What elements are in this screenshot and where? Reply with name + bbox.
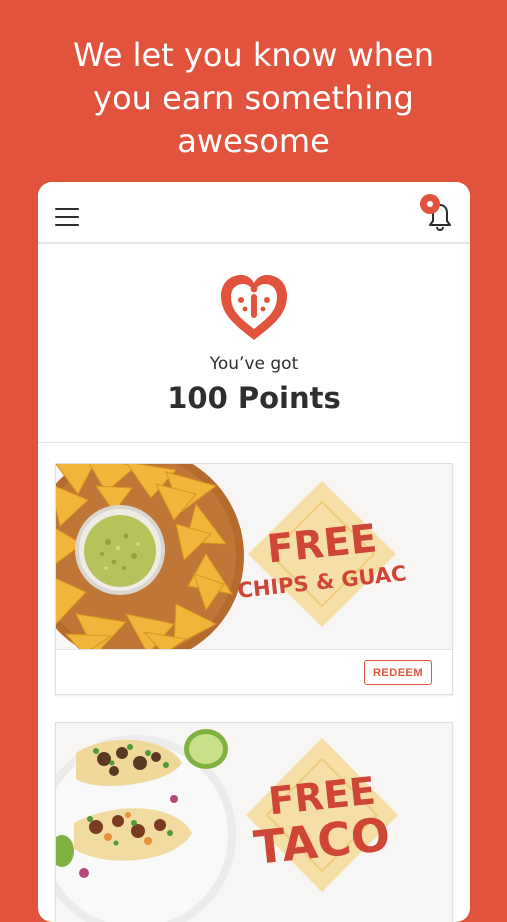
- rewards-summary: You’ve got 100 Points: [38, 244, 470, 443]
- redeem-button[interactable]: REDEEM: [364, 660, 432, 685]
- hamburger-icon[interactable]: [55, 208, 79, 227]
- offer-image: FREE CHIPS & GUAC: [56, 464, 452, 649]
- onboarding-headline: We let you know when you earn something …: [0, 34, 507, 163]
- offer-card-chips-guac[interactable]: FREE CHIPS & GUAC REDEEM: [55, 463, 453, 695]
- notifications-button[interactable]: [420, 194, 456, 232]
- app-screen: You’ve got 100 Points FREE CHIPS & GUAC …: [38, 182, 470, 922]
- headline-line-3: awesome: [177, 122, 330, 160]
- offer-card-footer: REDEEM: [56, 649, 452, 695]
- points-value: 100 Points: [167, 381, 341, 415]
- headline-line-2: you earn something: [93, 79, 414, 117]
- offer-card-taco[interactable]: FREE TACO: [55, 722, 453, 922]
- points-label: You’ve got: [209, 354, 299, 374]
- taco-illustration: FREE TACO: [56, 723, 452, 922]
- heart-logo-icon: [221, 275, 287, 340]
- notification-badge: [420, 194, 440, 214]
- headline-line-1: We let you know when: [72, 36, 435, 74]
- offer-image: FREE TACO: [56, 723, 452, 922]
- chips-guac-illustration: FREE CHIPS & GUAC: [56, 464, 452, 649]
- app-bar: [38, 182, 470, 244]
